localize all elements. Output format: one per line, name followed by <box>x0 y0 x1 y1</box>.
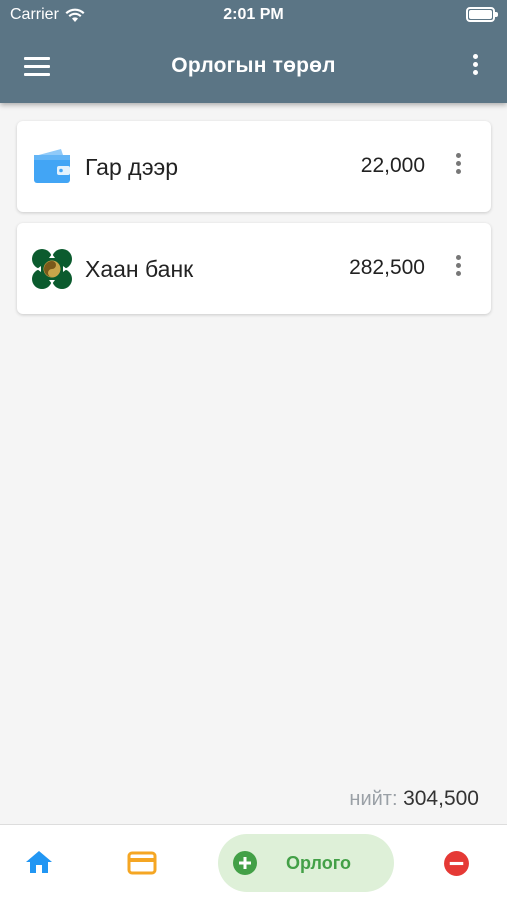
account-options-button[interactable] <box>449 153 467 181</box>
income-tab-label: Орлого <box>286 853 351 873</box>
page-title: Орлогын төрөл <box>171 54 336 77</box>
khan-bank-logo <box>32 249 72 289</box>
total-label: нийт: <box>349 788 398 810</box>
more-options-button[interactable] <box>465 54 485 80</box>
wallet-icon <box>34 149 70 183</box>
total-value: 304,500 <box>403 787 479 810</box>
income-tab[interactable]: Орлого <box>218 834 394 892</box>
account-card-khan-bank[interactable]: Хаан банк 282,500 <box>17 223 491 314</box>
status-bar: Carrier 2:01 PM <box>0 0 507 32</box>
app-bar: Carrier 2:01 PM Орлогын төрөл <box>0 0 507 103</box>
credit-card-icon[interactable] <box>127 851 157 875</box>
account-amount: 22,000 <box>360 154 425 177</box>
account-amount: 282,500 <box>349 256 425 279</box>
total-summary: нийт: 304,500 <box>349 787 479 811</box>
home-icon[interactable] <box>25 849 53 875</box>
account-card-cash[interactable]: Гар дээр 22,000 <box>17 121 491 212</box>
account-name: Гар дээр <box>85 154 179 180</box>
bottom-navigation: Орлого <box>0 824 507 900</box>
remove-circle-icon[interactable] <box>443 850 470 877</box>
account-name: Хаан банк <box>85 256 194 282</box>
account-options-button[interactable] <box>449 255 467 283</box>
clock: 2:01 PM <box>223 6 284 23</box>
battery-icon <box>466 7 498 22</box>
add-circle-icon <box>233 851 257 875</box>
